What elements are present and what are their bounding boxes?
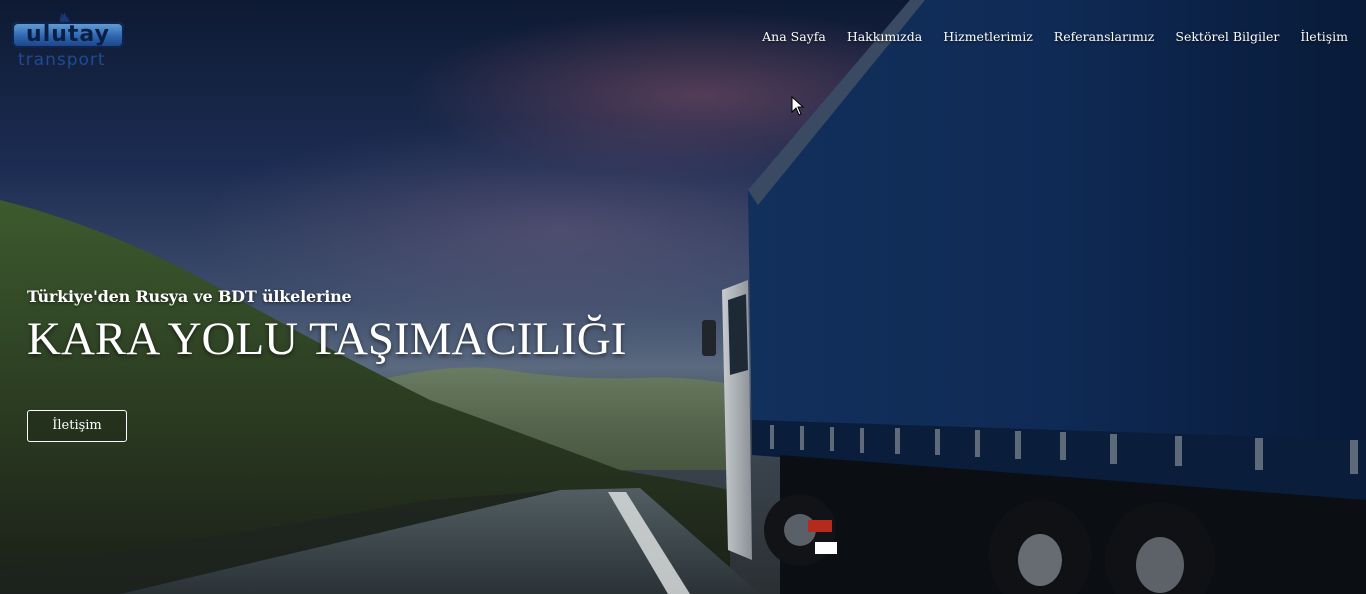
- logo-subtitle: transport: [18, 50, 106, 70]
- mouse-cursor-icon: [791, 96, 805, 116]
- hero-subheading: Türkiye'den Rusya ve BDT ülkelerine: [27, 287, 352, 306]
- hero-heading: KARA YOLU TAŞIMACILIĞI: [27, 313, 627, 365]
- main-navigation: Ana Sayfa Hakkımızda Hizmetlerimiz Refer…: [741, 29, 1348, 44]
- hero-banner: ♞ ulutay transport Ana Sayfa Hakkımızda …: [0, 0, 1366, 594]
- nav-link-hizmetlerimiz[interactable]: Hizmetlerimiz: [943, 29, 1033, 44]
- nav-link-iletisim[interactable]: İletişim: [1300, 29, 1348, 44]
- logo-wordmark: ulutay: [12, 22, 124, 48]
- ulutay-logo[interactable]: ♞ ulutay transport: [12, 8, 127, 72]
- contact-button[interactable]: İletişim: [27, 410, 127, 442]
- nav-link-sektorel-bilgiler[interactable]: Sektörel Bilgiler: [1175, 29, 1279, 44]
- hero-headline: Türkiye'den Rusya ve BDT ülkelerine KARA…: [27, 287, 626, 366]
- nav-link-hakkimizda[interactable]: Hakkımızda: [847, 29, 922, 44]
- nav-link-referanslarimiz[interactable]: Referanslarımız: [1054, 29, 1155, 44]
- nav-link-ana-sayfa[interactable]: Ana Sayfa: [762, 29, 826, 44]
